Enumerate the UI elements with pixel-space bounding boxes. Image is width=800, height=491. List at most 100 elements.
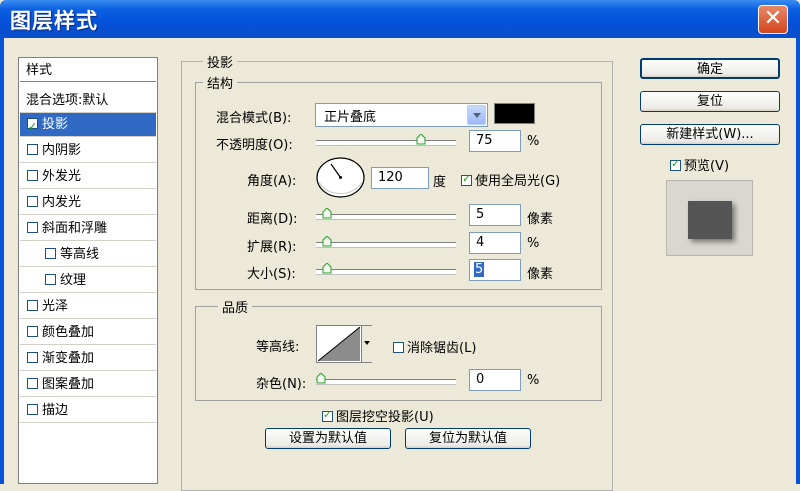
style-list: 样式 混合选项:默认 投影内阴影外发光内发光斜面和浮雕等高线纹理光泽颜色叠加渐变…: [18, 57, 158, 484]
reset-button[interactable]: 复位: [640, 91, 780, 112]
checkbox-icon[interactable]: [27, 326, 38, 337]
window-border-left: [0, 38, 4, 484]
style-item-label: 渐变叠加: [42, 351, 95, 366]
style-item[interactable]: 纹理: [20, 269, 156, 293]
window-border-right: [796, 38, 800, 484]
use-global-light-checkbox[interactable]: 使用全局光(G): [461, 170, 560, 189]
noise-input[interactable]: 0: [469, 369, 521, 391]
checkbox-icon[interactable]: [27, 115, 38, 139]
style-item-blending-options[interactable]: 混合选项:默认: [20, 89, 156, 113]
checkbox-icon[interactable]: [27, 300, 38, 311]
style-item-label: 投影: [42, 117, 69, 132]
checkbox-icon[interactable]: [27, 196, 38, 207]
window-title: 图层样式: [10, 9, 98, 33]
checkbox-icon[interactable]: [27, 352, 38, 363]
contour-dropdown-button[interactable]: [361, 326, 372, 362]
checkbox-icon[interactable]: [45, 274, 56, 285]
spread-unit: %: [527, 236, 540, 251]
shadow-color-swatch[interactable]: [494, 103, 535, 124]
preview-swatch: [688, 201, 732, 239]
style-item-label: 外发光: [42, 169, 82, 184]
style-item-label: 图案叠加: [42, 377, 95, 392]
style-item[interactable]: 投影: [20, 113, 156, 139]
checkbox-icon[interactable]: [45, 248, 56, 259]
size-slider-track[interactable]: [316, 269, 456, 274]
angle-input[interactable]: 120: [371, 167, 429, 189]
title-bar[interactable]: [0, 0, 800, 38]
checkbox-icon[interactable]: [27, 222, 38, 233]
preview-checkbox[interactable]: 预览(V): [670, 155, 729, 174]
distance-slider-thumb[interactable]: [322, 208, 332, 219]
style-item-label: 混合选项:默认: [26, 93, 109, 108]
reset-to-default-button[interactable]: 复位为默认值: [405, 428, 531, 449]
make-default-button[interactable]: 设置为默认值: [265, 428, 391, 449]
anti-alias-checkbox[interactable]: 消除锯齿(L): [393, 337, 476, 356]
style-item[interactable]: 斜面和浮雕: [20, 217, 156, 241]
chevron-down-icon: [364, 341, 370, 345]
size-input-selected-text: 5: [474, 262, 485, 277]
blend-mode-value: 正片叠底: [324, 110, 377, 125]
opacity-slider-thumb[interactable]: [416, 134, 426, 145]
angle-dial[interactable]: [315, 156, 366, 199]
style-item[interactable]: 内阴影: [20, 139, 156, 163]
use-global-light-label: 使用全局光(G): [475, 174, 561, 189]
opacity-slider-track[interactable]: [316, 140, 456, 145]
checkbox-icon[interactable]: [27, 404, 38, 415]
size-slider-thumb[interactable]: [322, 263, 332, 274]
contour-picker[interactable]: [316, 325, 372, 363]
distance-input[interactable]: 5: [469, 204, 521, 226]
noise-slider-thumb[interactable]: [316, 373, 326, 384]
size-label: 大小(S):: [247, 267, 296, 282]
style-item[interactable]: 等高线: [20, 243, 156, 267]
blend-mode-label: 混合模式(B):: [216, 111, 292, 126]
size-input[interactable]: 5: [469, 259, 521, 281]
style-item[interactable]: 内发光: [20, 191, 156, 215]
contour-label: 等高线:: [256, 340, 300, 355]
layer-knockout-checkbox[interactable]: 图层挖空投影(U): [322, 406, 434, 425]
checkbox-icon[interactable]: [27, 378, 38, 389]
structure-title: 结构: [203, 73, 238, 92]
style-preview: [666, 180, 753, 256]
checkbox-icon: [461, 172, 472, 186]
spread-label: 扩展(R):: [247, 240, 297, 255]
anti-alias-label: 消除锯齿(L): [407, 341, 477, 356]
angle-label: 角度(A):: [247, 174, 297, 189]
opacity-input[interactable]: 75: [469, 130, 521, 152]
opacity-unit: %: [527, 134, 540, 149]
spread-input[interactable]: 4: [469, 232, 521, 254]
close-button[interactable]: ✕: [758, 5, 788, 34]
ok-button[interactable]: 确定: [640, 58, 780, 79]
style-item-label: 描边: [42, 403, 69, 418]
spread-slider-thumb[interactable]: [322, 236, 332, 247]
opacity-label: 不透明度(O):: [216, 138, 293, 153]
checkbox-icon[interactable]: [27, 144, 38, 155]
style-item[interactable]: 光泽: [20, 295, 156, 319]
close-icon: ✕: [763, 6, 783, 31]
style-item-label: 光泽: [42, 299, 69, 314]
style-item[interactable]: 外发光: [20, 165, 156, 189]
noise-unit: %: [527, 373, 540, 388]
checkbox-icon: [670, 157, 681, 171]
spread-slider-track[interactable]: [316, 242, 456, 247]
distance-slider-track[interactable]: [316, 214, 456, 219]
style-item[interactable]: 描边: [20, 399, 156, 423]
new-style-button[interactable]: 新建样式(W)...: [640, 124, 780, 145]
style-item-label: 颜色叠加: [42, 325, 95, 340]
style-item[interactable]: 图案叠加: [20, 373, 156, 397]
style-item-label: 斜面和浮雕: [42, 221, 108, 236]
checkbox-icon[interactable]: [27, 170, 38, 181]
style-list-header: 样式: [20, 59, 156, 82]
drop-shadow-title: 投影: [203, 52, 238, 71]
chevron-down-icon[interactable]: [467, 105, 486, 125]
distance-unit: 像素: [527, 212, 554, 227]
style-item-label: 内发光: [42, 195, 82, 210]
style-item[interactable]: 颜色叠加: [20, 321, 156, 345]
style-item-label: 等高线: [60, 247, 100, 262]
angle-unit: 度: [433, 175, 447, 190]
quality-title: 品质: [218, 297, 253, 316]
size-unit: 像素: [527, 267, 554, 282]
blend-mode-select[interactable]: 正片叠底: [315, 103, 488, 127]
noise-slider-track[interactable]: [316, 379, 456, 384]
style-item[interactable]: 渐变叠加: [20, 347, 156, 371]
checkbox-icon: [393, 342, 404, 353]
